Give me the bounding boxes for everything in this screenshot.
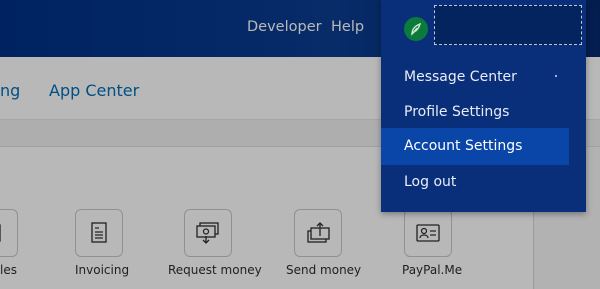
menu-item-profile-settings[interactable]: Profile Settings xyxy=(381,94,569,131)
account-name-box-top[interactable] xyxy=(434,5,582,45)
menu-item-log-out[interactable]: Log out xyxy=(381,164,569,201)
menu-item-account-settings[interactable]: Account Settings xyxy=(381,128,569,165)
leaf-icon xyxy=(411,22,422,36)
avatar-top[interactable] xyxy=(404,17,428,41)
menu-item-message-center[interactable]: Message Center xyxy=(381,59,569,96)
notification-dot xyxy=(555,75,557,77)
